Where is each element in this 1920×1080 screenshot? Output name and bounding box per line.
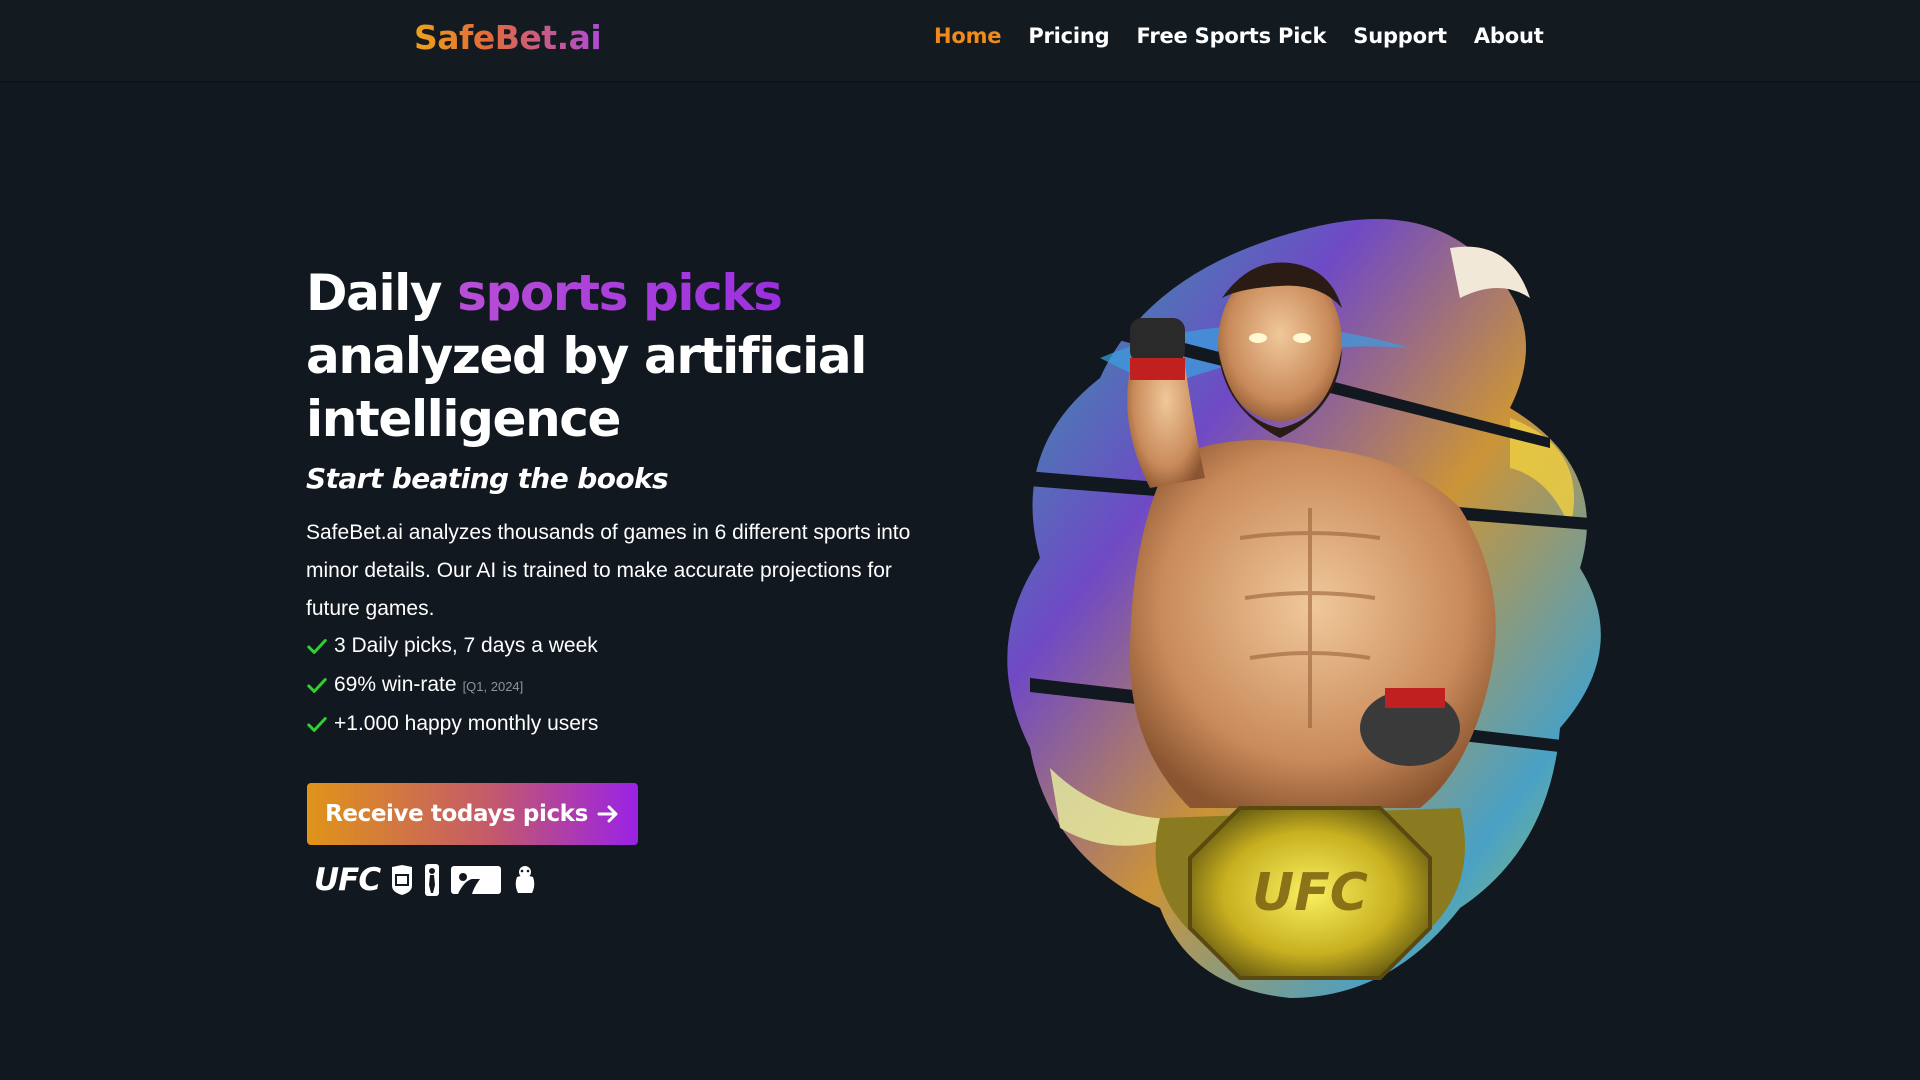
headline-lead: Daily <box>306 264 458 322</box>
nav-home[interactable]: Home <box>934 24 1002 48</box>
fighter-illustration: UFC <box>990 219 1630 998</box>
feature-footnote: [Q1, 2024] <box>462 679 524 694</box>
check-icon <box>307 716 327 732</box>
nav-pricing[interactable]: Pricing <box>1028 24 1109 48</box>
feature-text: 69% win-rate <box>334 672 457 696</box>
feature-item: +1.000 happy monthly users <box>306 704 598 743</box>
check-icon <box>307 638 327 654</box>
cta-label: Receive todays picks <box>325 801 588 827</box>
feature-text: 3 Daily picks, 7 days a week <box>334 633 598 657</box>
feature-text: +1.000 happy monthly users <box>334 711 599 735</box>
nav-free-sports-pick[interactable]: Free Sports Pick <box>1137 24 1327 48</box>
nav-about[interactable]: About <box>1474 24 1544 48</box>
arrow-right-icon <box>597 805 618 823</box>
svg-text:UFC: UFC <box>1252 863 1368 923</box>
main-nav: Home Pricing Free Sports Pick Support Ab… <box>934 24 1544 48</box>
ufc-logo-icon: UFC <box>314 862 381 898</box>
mlb-icon <box>451 866 502 894</box>
site-logo[interactable]: SafeBet.ai <box>414 18 602 57</box>
nav-support[interactable]: Support <box>1353 24 1447 48</box>
headline-accent: sports picks <box>457 264 783 322</box>
feature-item: 3 Daily picks, 7 days a week <box>306 626 598 665</box>
supported-leagues: UFC <box>314 862 538 898</box>
receive-picks-button[interactable]: Receive todays picks <box>307 783 638 845</box>
hero-description: SafeBet.ai analyzes thousands of games i… <box>306 521 911 620</box>
headline-rest: analyzed by artificial intelligence <box>306 327 867 448</box>
nba-icon <box>425 864 440 896</box>
feature-item: 69% win-rate [Q1, 2024] <box>306 665 598 704</box>
premier-league-icon <box>515 866 535 893</box>
top-navigation-bar: SafeBet.ai Home Pricing Free Sports Pick… <box>0 0 1920 82</box>
nfl-icon <box>392 865 413 895</box>
hero-headline: Daily sports picks analyzed by artificial… <box>306 262 926 451</box>
feature-list: 3 Daily picks, 7 days a week 69% win-rat… <box>306 626 598 743</box>
check-icon <box>307 677 327 693</box>
hero-subheadline: Start beating the books <box>306 462 669 495</box>
